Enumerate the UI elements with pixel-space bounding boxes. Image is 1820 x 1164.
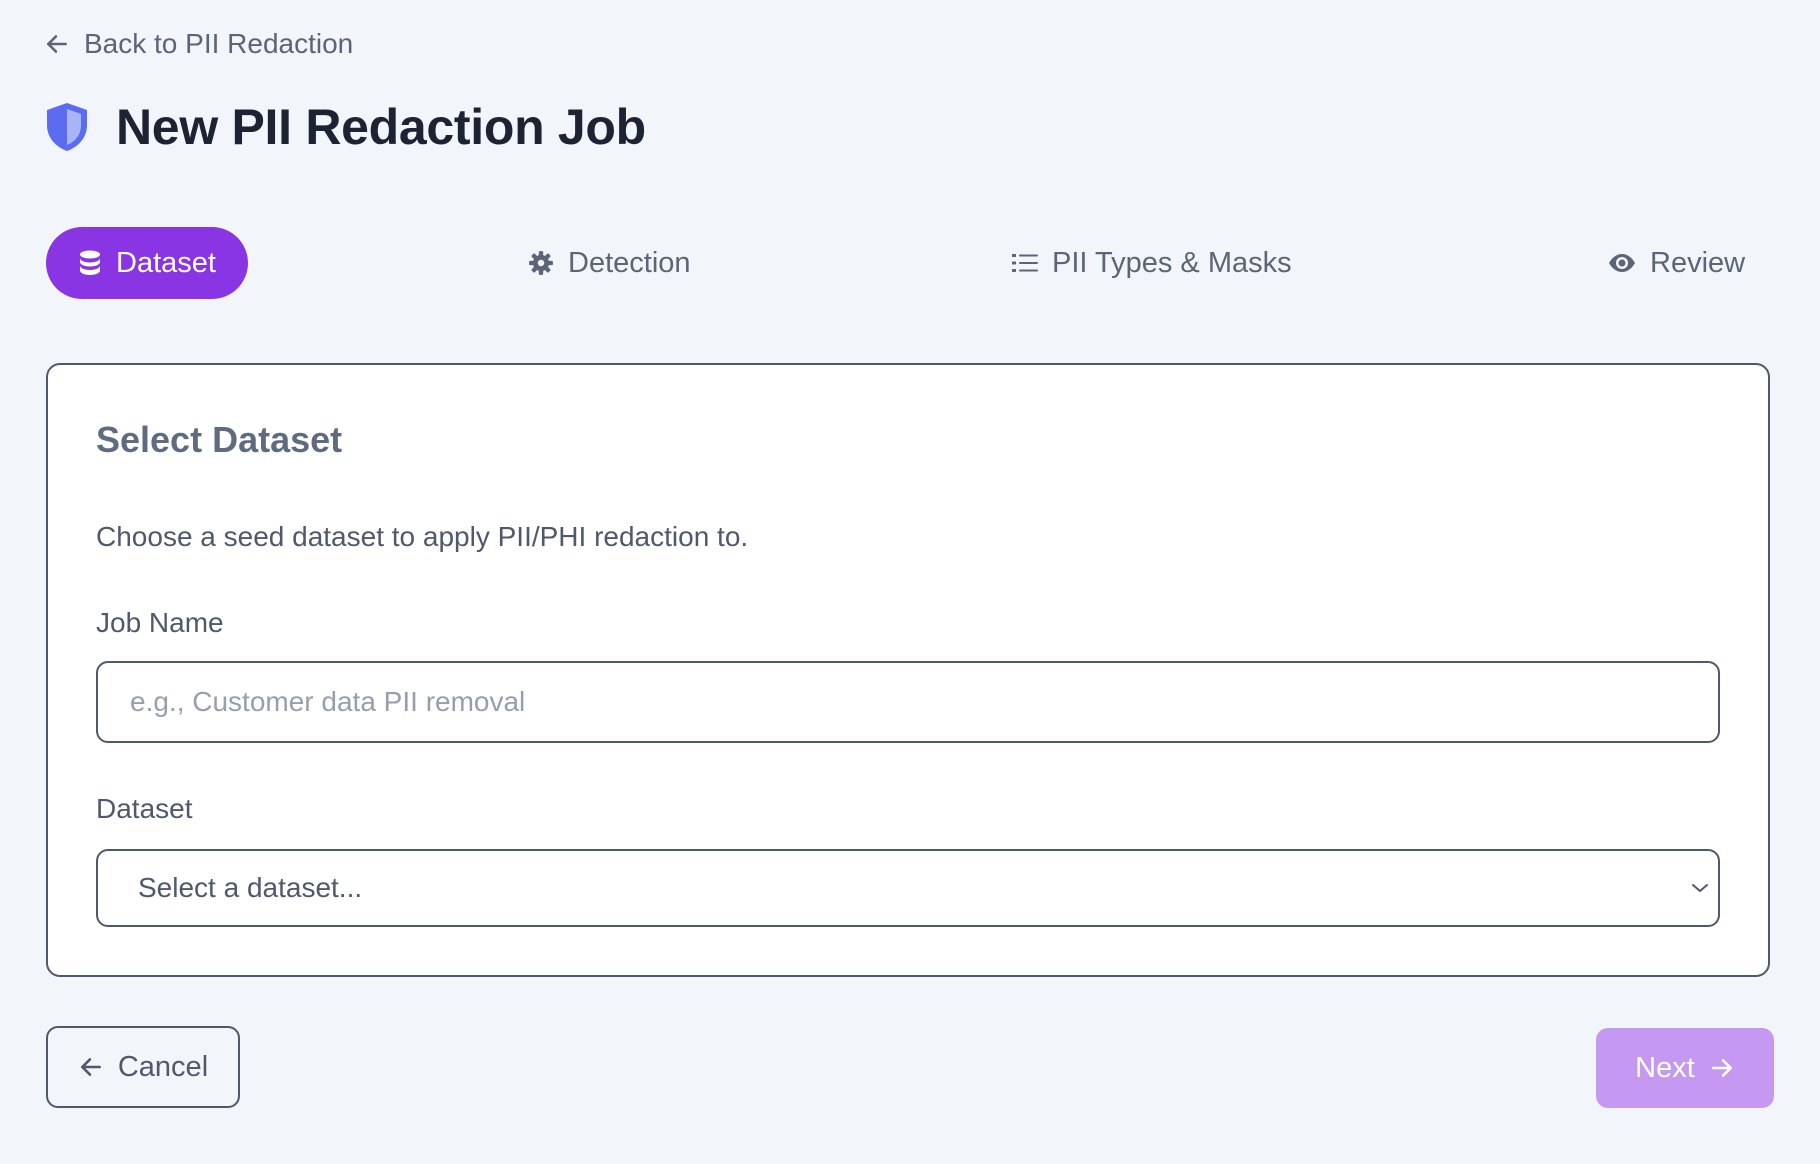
step-pii-types-label: PII Types & Masks (1052, 246, 1292, 279)
chevron-down-icon (1690, 882, 1710, 894)
back-link-label: Back to PII Redaction (84, 28, 354, 59)
cancel-button-label: Cancel (117, 1050, 209, 1083)
shield-icon (44, 101, 90, 153)
eye-icon (1608, 253, 1636, 273)
dataset-select[interactable]: Select a dataset... (96, 849, 1720, 927)
page-title: New PII Redaction Job (116, 99, 646, 155)
arrow-left-icon (44, 31, 70, 57)
dataset-label: Dataset (96, 793, 193, 824)
database-icon (78, 250, 102, 276)
job-name-label: Job Name (96, 607, 224, 638)
dataset-select-value: Select a dataset... (138, 872, 363, 903)
back-to-pii-redaction-link[interactable]: Back to PII Redaction (44, 28, 353, 60)
wizard-stepper: Dataset Detection PII Types & Masks Revi… (46, 227, 1774, 299)
next-button[interactable]: Next (1596, 1028, 1774, 1108)
step-detection[interactable]: Detection (528, 227, 691, 299)
step-pii-types-masks[interactable]: PII Types & Masks (1012, 227, 1292, 299)
step-review-label: Review (1650, 246, 1746, 279)
step-dataset-label: Dataset (116, 246, 216, 279)
job-name-input[interactable] (96, 661, 1720, 743)
cancel-button[interactable]: Cancel (46, 1026, 240, 1108)
card-description: Choose a seed dataset to apply PII/PHI r… (96, 521, 749, 552)
gear-icon (528, 250, 554, 276)
step-detection-label: Detection (568, 246, 691, 279)
next-button-label: Next (1635, 1051, 1695, 1084)
step-dataset[interactable]: Dataset (46, 227, 248, 299)
arrow-left-icon (78, 1054, 104, 1080)
select-dataset-card: Select Dataset Choose a seed dataset to … (46, 363, 1770, 977)
list-icon (1012, 252, 1038, 274)
step-review[interactable]: Review (1608, 227, 1745, 299)
arrow-right-icon (1709, 1055, 1735, 1081)
card-title: Select Dataset (96, 419, 343, 460)
page-header: New PII Redaction Job (44, 98, 646, 156)
